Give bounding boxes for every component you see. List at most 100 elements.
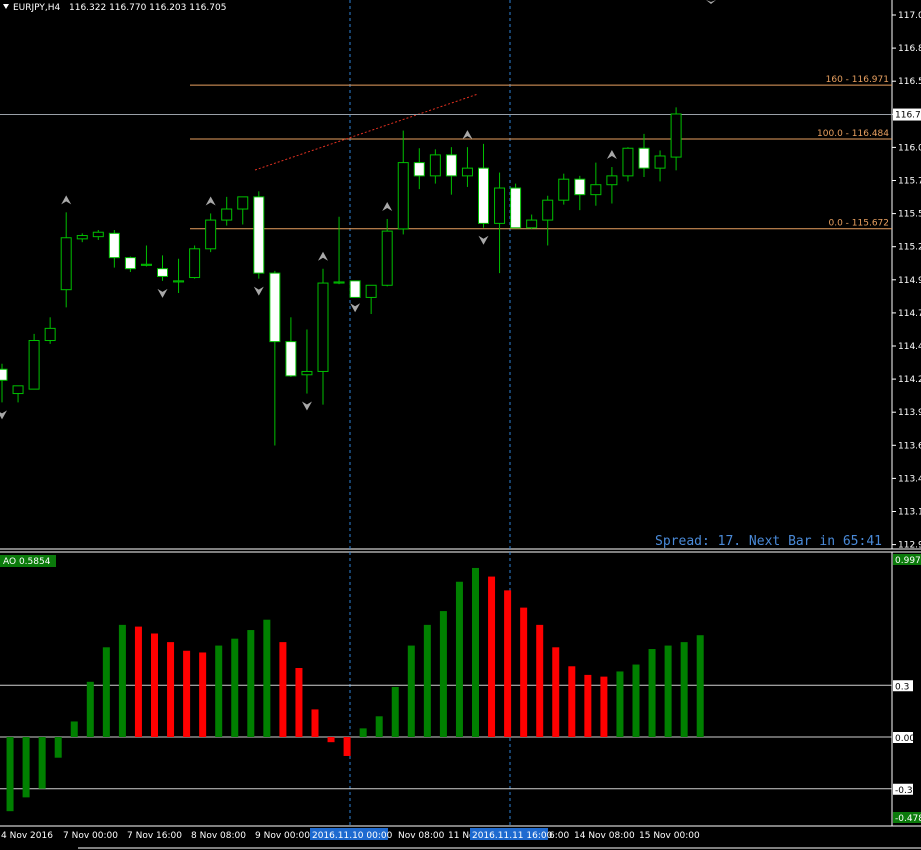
ao-bar [375,716,383,737]
candle-body [381,230,393,286]
candle-body [494,187,506,224]
candle-body [461,167,473,177]
candle[interactable] [638,133,650,177]
fractal-up-arrow-icon [382,201,393,211]
candle[interactable] [76,233,88,243]
candle[interactable] [253,191,265,279]
candle[interactable] [189,245,201,279]
ao-bar [118,624,126,737]
time-axis-label: 8 Nov 08:00 [191,831,246,841]
ao-bar [263,619,271,737]
candle[interactable] [92,230,104,240]
candle-body [558,178,570,201]
ao-histogram [6,567,704,812]
ao-bar [391,686,399,737]
price-tick-label: 114.2 [898,375,921,385]
time-highlight-label: 2016.11.10 00:00 [312,831,393,841]
candle[interactable] [670,107,682,171]
candle-body [333,281,345,284]
indicator-title: AO 0.5854 [3,557,51,567]
candle[interactable] [12,385,24,403]
candle-body [28,340,40,390]
candle[interactable] [140,245,152,267]
candle[interactable] [558,173,570,205]
candle[interactable] [205,213,217,253]
candle[interactable] [542,195,554,246]
symbol-menu-triangle-icon[interactable] [3,4,9,9]
fractal-down-arrow-icon [253,286,264,296]
candlestick-series[interactable] [0,107,682,446]
candle-body [285,341,297,377]
price-tick-label: 116.5 [898,77,921,87]
time-axis-label: 4 Nov 2016 [1,831,53,841]
ao-bar [279,642,287,737]
candle-body [237,196,249,210]
fibonacci-layer[interactable]: 160 - 116.971 100.0 - 116.484 0.0 - 115.67… [190,75,892,230]
ao-bar [343,737,351,756]
candle[interactable] [0,363,8,403]
price-tick-label: 112.9 [898,541,921,551]
ao-bar [584,674,592,737]
candle[interactable] [44,317,56,344]
ao-bar [151,633,158,737]
candle[interactable] [221,196,233,226]
candle[interactable] [429,149,441,184]
ao-bar [70,721,78,737]
candle[interactable] [574,175,586,211]
spread-info: Spread: 17. Next Bar in 65:41 [655,534,882,549]
current-price-label: 116.7 [895,111,921,121]
candle[interactable] [28,333,40,390]
candle[interactable] [269,270,281,446]
candle[interactable] [494,172,506,274]
candle[interactable] [60,212,72,308]
candle-body [205,219,217,250]
candle[interactable] [445,147,457,195]
candle-body [638,147,650,169]
candle[interactable] [590,162,602,206]
candle[interactable] [108,230,120,268]
price-tick-label: 114.4 [898,342,921,352]
candle[interactable] [237,196,249,225]
candle[interactable] [285,317,297,377]
ao-bar [199,652,207,737]
fractal-down-arrow-icon [350,303,361,313]
candle-body [542,199,554,221]
candle[interactable] [365,284,377,314]
candle[interactable] [157,255,168,281]
candle[interactable] [654,150,666,182]
candle[interactable] [510,183,522,229]
candle[interactable] [478,143,489,228]
price-tick-label: 113.9 [898,408,921,418]
candle-body [12,385,24,395]
time-axis: 4 Nov 2016 7 Nov 00:00 7 Nov 16:00 8 Nov 08… [1,828,700,841]
trend-line[interactable] [254,93,479,171]
candle-body [606,175,618,186]
fractal-up-arrow-icon [61,195,72,205]
candle[interactable] [622,147,634,182]
ao-bar [568,666,576,737]
chart-canvas[interactable]: 160 - 116.971 100.0 - 116.484 0.0 - 115.67… [0,0,921,850]
candle[interactable] [413,148,425,190]
ao-level-label: 0.3 [895,682,909,692]
ao-bar [102,647,110,737]
candle[interactable] [317,268,329,405]
price-tick-label: 117.0 [898,11,921,21]
candle[interactable] [124,256,136,273]
indicator-max-label: 0.9975 [895,556,921,566]
candle[interactable] [301,329,313,394]
candle[interactable] [173,258,185,293]
fib-level-label: 0.0 - 115.672 [829,219,890,229]
ao-level-label: 0.00 [895,734,915,744]
price-tick-label: 115.5 [898,210,921,220]
candle-body [189,248,201,279]
candle[interactable] [526,214,538,229]
candle[interactable] [397,130,409,235]
candle-body [445,154,457,177]
time-axis-label: 7 Nov 00:00 [63,831,118,841]
ao-bar [648,649,656,737]
candle[interactable] [461,147,473,187]
candle-body [478,167,489,224]
candle[interactable] [333,216,345,285]
candle[interactable] [349,280,361,298]
candle[interactable] [606,167,618,204]
